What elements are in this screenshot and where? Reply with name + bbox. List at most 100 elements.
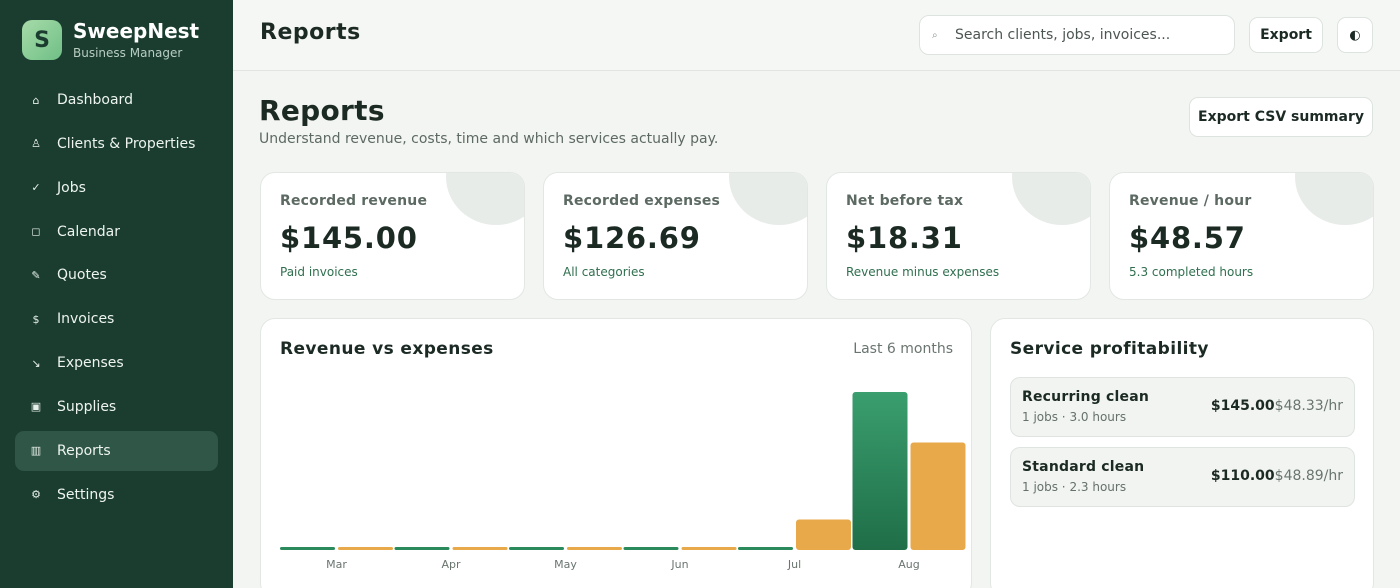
sidebar-item-invoices[interactable]: $ Invoices	[15, 299, 218, 339]
service-amount: $110.00	[1210, 468, 1275, 484]
expense-bar-aug	[910, 442, 966, 550]
expense-bar-jul	[796, 519, 851, 550]
x-tick-label: Apr	[441, 558, 461, 571]
decorative-circle	[1295, 173, 1373, 225]
stat-note: All categories	[563, 265, 645, 279]
stat-note: Paid invoices	[280, 265, 358, 279]
decorative-circle	[1012, 173, 1090, 225]
expense-bar-jun	[681, 547, 737, 550]
box-icon: ▣	[30, 400, 42, 414]
revenue-bar-may	[509, 547, 564, 550]
service-meta: 1 jobs · 3.0 hours	[1022, 410, 1127, 424]
x-tick-label: Mar	[326, 558, 347, 571]
sidebar-item-label: Invoices	[57, 311, 115, 328]
chart-range-label: Last 6 months	[853, 341, 953, 357]
sidebar-item-label: Supplies	[57, 398, 117, 415]
page-subtitle: Understand revenue, costs, time and whic…	[259, 131, 719, 147]
search-box[interactable]: ⌕	[919, 15, 1235, 55]
service-rate: $48.33/hr	[1274, 398, 1343, 414]
revenue-bar-mar	[280, 547, 335, 550]
revenue-bar-apr	[394, 547, 450, 550]
service-amount: $145.00	[1210, 398, 1275, 414]
user-icon: ♙	[31, 137, 41, 151]
service-name: Recurring clean	[1022, 389, 1150, 405]
sidebar-item-label: Dashboard	[57, 92, 133, 108]
service-name: Standard clean	[1022, 459, 1145, 475]
brand-logo: S	[22, 20, 62, 60]
gear-icon: ⚙	[31, 488, 41, 502]
decorative-circle	[729, 173, 807, 225]
sidebar-item-supplies[interactable]: ▣ Supplies	[15, 387, 218, 427]
sidebar-item-label: Expenses	[57, 355, 124, 372]
sidebar-item-label: Settings	[57, 486, 115, 503]
service-meta: 1 jobs · 2.3 hours	[1022, 480, 1127, 494]
service-profitability-title: Service profitability	[1010, 339, 1209, 359]
sidebar-item-clients[interactable]: ♙ Clients & Properties	[15, 124, 218, 164]
decorative-circle	[446, 173, 524, 225]
stat-card-revenue-per-hour: Revenue / hour $48.57 5.3 completed hour…	[1109, 172, 1374, 300]
report-icon: ▥	[30, 444, 42, 458]
stat-value: $145.00	[280, 221, 418, 255]
x-tick-label: Jun	[670, 558, 688, 571]
expense-bar-apr	[452, 547, 508, 550]
sidebar-item-label: Jobs	[57, 179, 86, 196]
revenue-bar-jun	[623, 547, 679, 550]
stat-value: $126.69	[563, 221, 701, 255]
check-icon: ✓	[31, 181, 41, 195]
topbar: Reports ⌕ Export ◐	[233, 0, 1400, 71]
sidebar-item-label: Reports	[57, 442, 111, 459]
sidebar-item-label: Clients & Properties	[57, 135, 196, 152]
sidebar-item-reports[interactable]: ▥ Reports	[15, 430, 218, 471]
stat-label: Revenue / hour	[1129, 193, 1252, 209]
sidebar-nav: ⌂ Dashboard ♙ Clients & Properties ✓ Jobs ◻…	[15, 80, 218, 518]
export-button[interactable]: Export	[1249, 17, 1323, 53]
sidebar-item-label: Quotes	[57, 267, 107, 284]
x-tick-label: Aug	[898, 558, 919, 571]
stat-note: Revenue minus expenses	[846, 265, 1000, 279]
stat-card-revenue: Recorded revenue $145.00 Paid invoices	[260, 172, 525, 300]
search-input[interactable]	[955, 27, 1225, 43]
sidebar-item-jobs[interactable]: ✓ Jobs	[15, 168, 218, 208]
stat-card-net: Net before tax $18.31 Revenue minus expe…	[826, 172, 1091, 300]
brand-subtitle: Business Manager	[73, 46, 183, 60]
revenue-bar-jul	[738, 547, 793, 550]
dollar-icon: $	[32, 312, 40, 326]
sidebar-item-dashboard[interactable]: ⌂ Dashboard	[15, 80, 218, 120]
search-icon: ⌕	[932, 29, 938, 41]
sidebar-item-label: Calendar	[57, 223, 120, 240]
revenue-expenses-chart-card: Mar Apr May Jun Jul Aug Revenue vs expenses L…	[260, 318, 972, 588]
calendar-icon: ◻	[31, 225, 41, 239]
trend-down-icon: ↘	[31, 356, 41, 370]
sidebar-item-quotes[interactable]: ✎ Quotes	[15, 255, 218, 295]
sidebar-item-calendar[interactable]: ◻ Calendar	[15, 212, 218, 252]
sidebar-item-settings[interactable]: ⚙ Settings	[15, 475, 218, 515]
stat-card-expenses: Recorded expenses $126.69 All categories	[543, 172, 808, 300]
expense-bar-mar	[338, 547, 393, 550]
stat-label: Recorded revenue	[280, 193, 428, 209]
brand: S SweepNest Business Manager	[22, 20, 199, 60]
topbar-title: Reports	[260, 20, 361, 45]
page-title: Reports	[259, 94, 385, 127]
export-csv-button[interactable]: Export CSV summary	[1189, 97, 1373, 137]
home-icon: ⌂	[32, 93, 40, 107]
sidebar: S SweepNest Business Manager ⌂ Dashboard …	[0, 0, 233, 588]
x-tick-label: May	[554, 558, 577, 571]
revenue-bar-aug	[852, 392, 908, 550]
stat-label: Recorded expenses	[563, 193, 721, 209]
x-tick-label: Jul	[787, 558, 801, 571]
stat-value: $48.57	[1129, 221, 1246, 255]
service-row[interactable]: Recurring clean 1 jobs · 3.0 hours $145.…	[1010, 377, 1355, 437]
stat-label: Net before tax	[846, 193, 964, 209]
service-profitability-card: Service profitability Recurring clean 1 …	[990, 318, 1374, 588]
brand-name: SweepNest	[73, 19, 200, 43]
stat-value: $18.31	[846, 221, 963, 255]
chart-title: Revenue vs expenses	[280, 339, 494, 359]
service-rate: $48.89/hr	[1274, 468, 1343, 484]
service-row[interactable]: Standard clean 1 jobs · 2.3 hours $110.0…	[1010, 447, 1355, 507]
revenue-expenses-chart: Mar Apr May Jun Jul Aug	[280, 392, 966, 571]
stat-note: 5.3 completed hours	[1129, 265, 1254, 279]
pencil-icon: ✎	[31, 268, 41, 282]
sidebar-item-expenses[interactable]: ↘ Expenses	[15, 343, 218, 383]
theme-toggle-button[interactable]: ◐	[1337, 17, 1373, 53]
expense-bar-may	[567, 547, 622, 550]
